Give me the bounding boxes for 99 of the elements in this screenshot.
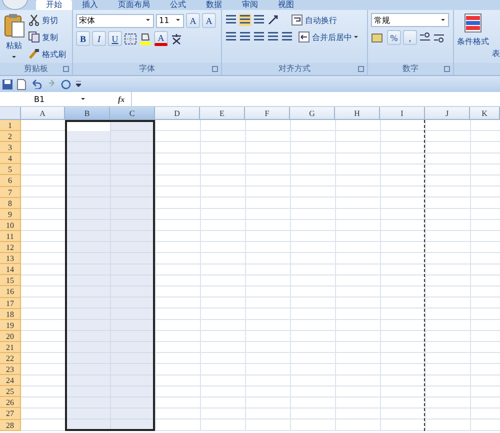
number-format-field[interactable]: 常规: [371, 13, 449, 27]
copy-button[interactable]: 复制: [28, 30, 66, 44]
customize-caret-icon[interactable]: [76, 81, 81, 87]
row-header[interactable]: 27: [0, 408, 21, 420]
color-grid-icon: [463, 13, 483, 35]
row-header[interactable]: 9: [0, 208, 21, 220]
row-header[interactable]: 2: [0, 131, 21, 142]
dropdown-caret-icon[interactable]: [81, 98, 86, 100]
merge-cells-icon: [298, 31, 310, 43]
ribbon-tab[interactable]: 数据: [196, 0, 232, 10]
brush-icon: [28, 48, 40, 60]
row-header[interactable]: 22: [0, 352, 21, 364]
column-header[interactable]: J: [425, 107, 470, 120]
row-header[interactable]: 21: [0, 342, 21, 353]
font-color-button[interactable]: A: [154, 31, 168, 46]
bold-button[interactable]: B: [76, 31, 90, 46]
row-header[interactable]: 25: [0, 386, 21, 398]
group-label: 对齐方式: [278, 64, 310, 73]
row-header[interactable]: 8: [0, 198, 21, 209]
dialog-launcher-icon[interactable]: [212, 66, 218, 72]
column-header[interactable]: C: [110, 107, 155, 120]
group-label: 字体: [139, 64, 155, 73]
row-header[interactable]: 20: [0, 330, 21, 342]
row-header[interactable]: 24: [0, 375, 21, 386]
row-header[interactable]: 15: [0, 275, 21, 286]
dropdown-caret-icon[interactable]: [176, 19, 181, 22]
dropdown-caret-icon[interactable]: [354, 36, 359, 38]
column-header[interactable]: F: [245, 107, 290, 120]
font-size-field[interactable]: 11: [156, 14, 184, 28]
phonetic-guide-icon[interactable]: [170, 32, 183, 44]
wrap-text-icon: [291, 14, 303, 26]
row-header[interactable]: 5: [0, 164, 21, 176]
italic-button[interactable]: I: [92, 31, 106, 46]
row-header[interactable]: 4: [0, 153, 21, 164]
ribbon-tab[interactable]: 视图: [268, 0, 304, 10]
row-header[interactable]: 6: [0, 175, 21, 187]
row-header[interactable]: 14: [0, 264, 21, 276]
row-header[interactable]: 19: [0, 320, 21, 331]
row-header[interactable]: 26: [0, 397, 21, 408]
comma-button[interactable]: ,: [403, 30, 417, 45]
conditional-format-button[interactable]: 条件格式: [457, 13, 489, 63]
increase-decimal-icon[interactable]: [419, 32, 431, 44]
row-header[interactable]: 28: [0, 420, 21, 431]
font-name-field[interactable]: 宋体: [76, 14, 154, 28]
dropdown-caret-icon[interactable]: [12, 56, 16, 59]
document-icon[interactable]: [17, 78, 26, 90]
column-header[interactable]: B: [65, 107, 110, 120]
ribbon-tab[interactable]: 插入: [72, 0, 108, 10]
row-header[interactable]: 17: [0, 298, 21, 309]
underline-button[interactable]: U: [108, 31, 122, 46]
dialog-launcher-icon[interactable]: [63, 66, 69, 72]
active-cell[interactable]: [67, 122, 110, 131]
copy-icon: [28, 31, 40, 43]
group-label: 剪贴板: [24, 64, 48, 73]
column-header[interactable]: K: [470, 107, 500, 120]
decrease-decimal-icon[interactable]: [433, 32, 445, 44]
merge-center-button[interactable]: 合并后居中: [298, 30, 359, 44]
align-middle-icon[interactable]: [239, 14, 251, 26]
undo-icon[interactable]: [30, 79, 42, 89]
row-header[interactable]: 10: [0, 220, 21, 231]
row-header[interactable]: 7: [0, 186, 21, 198]
ribbon-tab[interactable]: 公式: [160, 0, 196, 10]
row-header[interactable]: 11: [0, 230, 21, 242]
row-header[interactable]: 1: [0, 120, 21, 132]
ribbon-tab[interactable]: 开始: [36, 0, 72, 10]
row-header[interactable]: 16: [0, 286, 21, 298]
dialog-launcher-icon[interactable]: [444, 66, 450, 72]
column-header[interactable]: E: [200, 107, 245, 120]
column-header[interactable]: A: [21, 107, 65, 120]
border-icon[interactable]: [124, 32, 137, 44]
row-header[interactable]: 13: [0, 253, 21, 264]
ribbon-tab[interactable]: 页面布局: [108, 0, 160, 10]
percent-button[interactable]: %: [387, 30, 401, 45]
row-header[interactable]: 3: [0, 142, 21, 154]
column-header[interactable]: I: [380, 107, 425, 120]
table-format-button[interactable]: 表: [492, 13, 500, 63]
shrink-font-button[interactable]: A: [202, 13, 216, 28]
dropdown-caret-icon[interactable]: [146, 19, 151, 22]
clipboard-icon: [3, 13, 25, 39]
fill-bucket-icon[interactable]: [139, 32, 152, 45]
currency-icon[interactable]: [371, 32, 385, 44]
format-painter-button[interactable]: 格式刷: [28, 47, 66, 61]
column-header[interactable]: G: [290, 107, 335, 120]
insert-function-button[interactable]: fx: [118, 94, 125, 104]
scissors-icon: [28, 14, 40, 26]
dialog-launcher-icon[interactable]: [358, 66, 364, 72]
ribbon-tab[interactable]: 审阅: [232, 0, 268, 10]
column-header[interactable]: D: [155, 107, 200, 120]
save-icon[interactable]: [2, 78, 13, 90]
group-label: 数字: [402, 64, 418, 73]
grow-font-button[interactable]: A: [186, 13, 200, 28]
wrap-text-button[interactable]: 自动换行: [291, 13, 337, 27]
paste-button[interactable]: 粘贴: [3, 13, 25, 63]
row-header[interactable]: 12: [0, 242, 21, 254]
row-header[interactable]: 18: [0, 308, 21, 320]
column-header[interactable]: H: [335, 107, 380, 120]
dropdown-caret-icon[interactable]: [441, 18, 446, 22]
cut-button[interactable]: 剪切: [28, 13, 66, 27]
row-header[interactable]: 23: [0, 364, 21, 376]
